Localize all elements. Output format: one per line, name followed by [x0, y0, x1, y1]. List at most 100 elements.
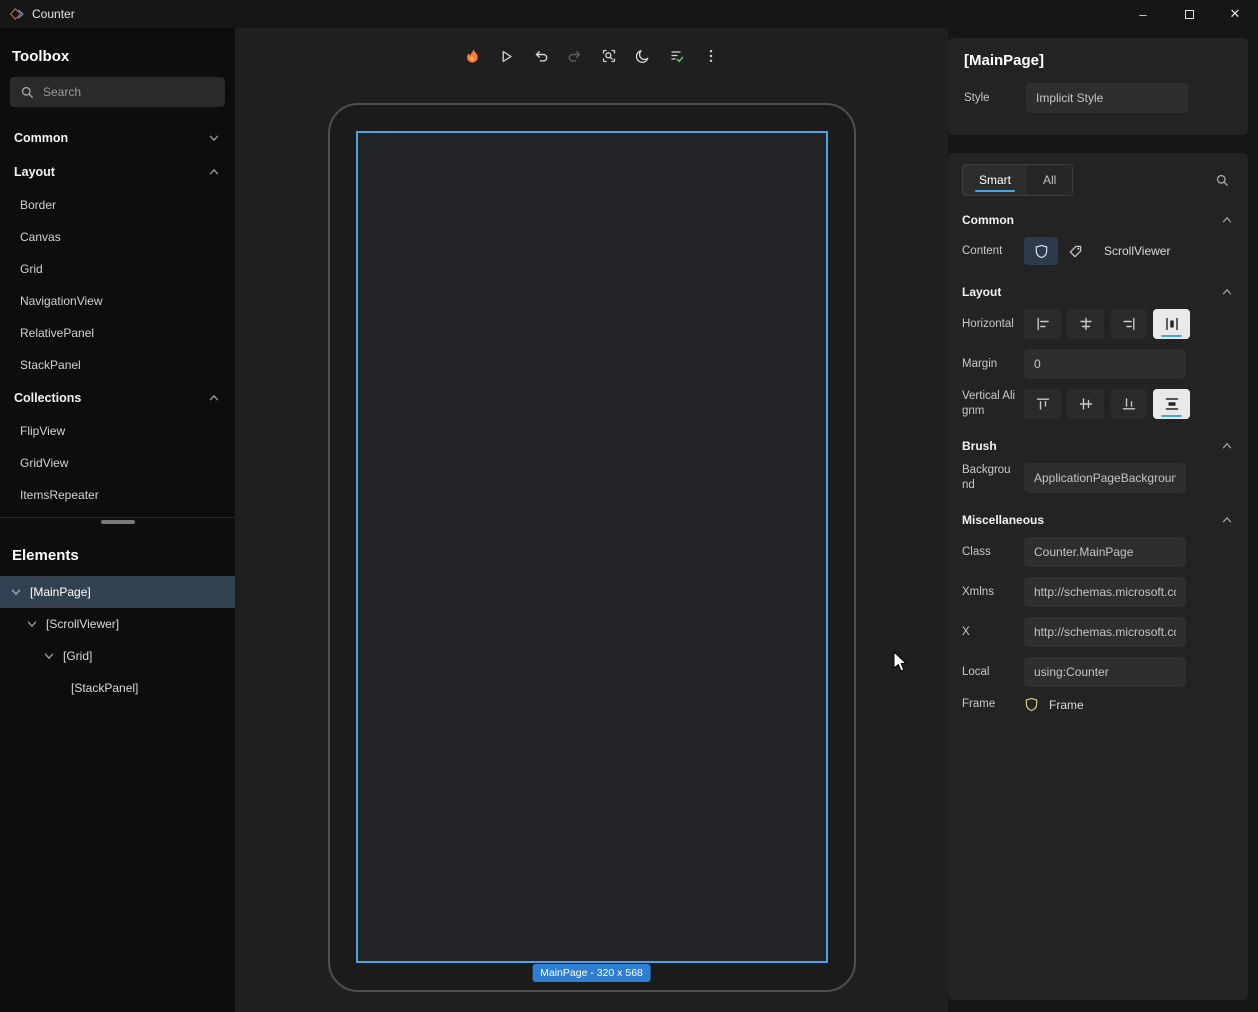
mainpage-design-surface[interactable]	[356, 131, 828, 963]
toolbox-item-gridview[interactable]: GridView	[0, 447, 235, 479]
more-options-button[interactable]	[698, 43, 724, 69]
tag-icon	[1068, 244, 1083, 259]
design-canvas: MainPage - 320 x 568	[235, 28, 948, 1012]
x-label: X	[962, 625, 1024, 640]
toolbox-item-border[interactable]: Border	[0, 189, 235, 221]
chevron-up-icon	[1220, 513, 1234, 527]
maximize-button[interactable]	[1166, 0, 1212, 28]
shield-icon	[1024, 697, 1039, 712]
theme-toggle-button[interactable]	[630, 43, 656, 69]
toolbox-item-relativepanel[interactable]: RelativePanel	[0, 317, 235, 349]
window-title: Counter	[32, 7, 75, 21]
style-label: Style	[964, 91, 1026, 106]
local-input[interactable]	[1024, 657, 1186, 687]
tree-item-scrollviewer[interactable]: [ScrollViewer]	[0, 608, 235, 640]
section-brush[interactable]: Brush	[962, 429, 1234, 463]
toolbox-item-navigationview[interactable]: NavigationView	[0, 285, 235, 317]
chevron-up-icon	[1220, 213, 1234, 227]
toolbox-search[interactable]	[10, 77, 225, 107]
section-miscellaneous[interactable]: Miscellaneous	[962, 503, 1234, 537]
splitter-grip[interactable]	[101, 520, 135, 524]
align-middle-button[interactable]	[1067, 389, 1104, 419]
tree-item-mainpage[interactable]: [MainPage]	[0, 576, 235, 608]
toolbox-item-stackpanel[interactable]: StackPanel	[0, 349, 235, 381]
elements-title: Elements	[12, 547, 223, 564]
toolbox-section-layout[interactable]: Layout	[0, 155, 235, 189]
tab-all[interactable]: All	[1027, 165, 1072, 195]
align-left-button[interactable]	[1024, 309, 1061, 339]
content-element-button[interactable]	[1024, 237, 1058, 265]
selected-element-title: [MainPage]	[964, 52, 1232, 69]
chevron-down-icon	[25, 617, 39, 631]
title-bar: Counter – ✕	[0, 0, 1258, 28]
align-stretch-horizontal-icon	[1164, 316, 1180, 332]
class-row: Class	[962, 537, 1234, 567]
class-input[interactable]	[1024, 537, 1186, 567]
align-bottom-icon	[1121, 396, 1137, 412]
properties-panel: [MainPage] Style Smart All Common	[948, 28, 1258, 1012]
undo-button[interactable]	[528, 43, 554, 69]
background-label: Background	[962, 463, 1024, 493]
chevron-up-icon	[1220, 439, 1234, 453]
align-top-button[interactable]	[1024, 389, 1061, 419]
search-icon	[20, 85, 35, 100]
search-input[interactable]	[43, 85, 215, 99]
align-center-button[interactable]	[1067, 309, 1104, 339]
section-layout[interactable]: Layout	[962, 275, 1234, 309]
fit-view-button[interactable]	[596, 43, 622, 69]
vertical-alignment-row: Vertical Alignm	[962, 389, 1234, 419]
redo-icon	[567, 48, 583, 64]
tree-item-grid[interactable]: [Grid]	[0, 640, 235, 672]
properties-search-icon[interactable]	[1215, 173, 1230, 188]
redo-button[interactable]	[562, 43, 588, 69]
toolbox-item-flipview[interactable]: FlipView	[0, 415, 235, 447]
crescent-moon-icon	[635, 48, 651, 64]
align-center-icon	[1078, 316, 1094, 332]
maximize-icon	[1185, 10, 1194, 19]
close-button[interactable]: ✕	[1212, 0, 1258, 28]
chevron-up-icon	[207, 391, 221, 405]
toolbox-item-canvas[interactable]: Canvas	[0, 221, 235, 253]
toolbox-section-collections[interactable]: Collections	[0, 381, 235, 415]
validation-button[interactable]	[664, 43, 690, 69]
frame-value[interactable]: Frame	[1049, 698, 1084, 712]
panel-splitter[interactable]	[0, 517, 235, 527]
align-right-button[interactable]	[1110, 309, 1147, 339]
xmlns-input[interactable]	[1024, 577, 1186, 607]
section-common[interactable]: Common	[962, 203, 1234, 237]
page-size-badge: MainPage - 320 x 568	[532, 964, 651, 982]
margin-input[interactable]	[1024, 349, 1186, 379]
align-stretch-vertical-button[interactable]	[1153, 389, 1190, 419]
local-label: Local	[962, 665, 1024, 680]
local-row: Local	[962, 657, 1234, 687]
toolbox-section-common[interactable]: Common	[0, 121, 235, 155]
chevron-up-icon	[1220, 285, 1234, 299]
play-button[interactable]	[494, 43, 520, 69]
margin-label: Margin	[962, 357, 1024, 372]
align-middle-icon	[1078, 396, 1094, 412]
x-row: X	[962, 617, 1234, 647]
content-tag-button[interactable]	[1058, 237, 1092, 265]
chevron-down-icon	[9, 585, 23, 599]
tree-item-stackpanel[interactable]: [StackPanel]	[0, 672, 235, 704]
x-input[interactable]	[1024, 617, 1186, 647]
style-input[interactable]	[1026, 83, 1188, 113]
align-stretch-horizontal-button[interactable]	[1153, 309, 1190, 339]
device-frame: MainPage - 320 x 568	[328, 103, 856, 992]
content-value[interactable]: ScrollViewer	[1104, 244, 1170, 258]
align-right-icon	[1121, 316, 1137, 332]
tab-smart[interactable]: Smart	[963, 165, 1027, 195]
toolbox-title: Toolbox	[12, 48, 223, 65]
toolbox-item-grid[interactable]: Grid	[0, 253, 235, 285]
align-stretch-vertical-icon	[1164, 396, 1180, 412]
toolbox-item-itemsrepeater[interactable]: ItemsRepeater	[0, 479, 235, 511]
minimize-button[interactable]: –	[1120, 0, 1166, 28]
vertical-alignment-label: Vertical Alignm	[962, 389, 1024, 419]
align-bottom-button[interactable]	[1110, 389, 1147, 419]
hot-design-button[interactable]	[460, 43, 486, 69]
background-input[interactable]	[1024, 463, 1186, 493]
undo-icon	[533, 48, 549, 64]
play-icon	[499, 49, 514, 64]
selection-header-card: [MainPage] Style	[948, 38, 1248, 135]
properties-tabs: Smart All	[962, 161, 1234, 199]
